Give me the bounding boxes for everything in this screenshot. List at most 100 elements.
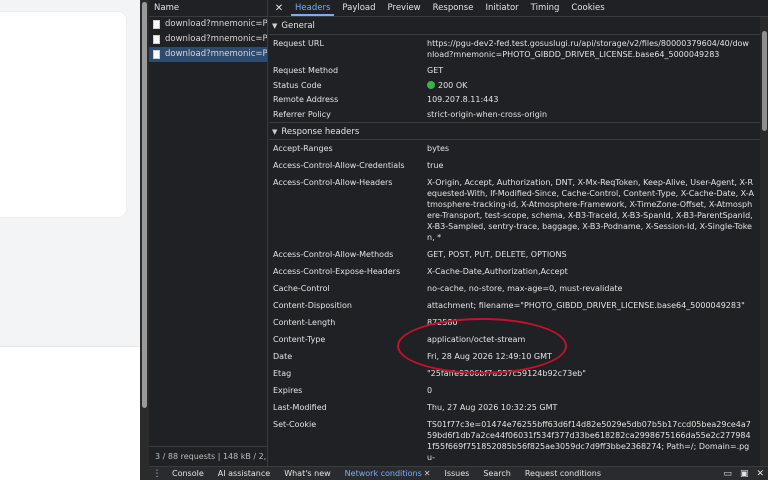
split-icon[interactable]: ▣ bbox=[740, 467, 749, 480]
header-key: Cache-Control bbox=[273, 283, 330, 293]
header-value[interactable]: Thu, 27 Aug 2026 10:32:25 GMT bbox=[427, 399, 768, 416]
header-value[interactable]: GET, POST, PUT, DELETE, OPTIONS bbox=[427, 246, 768, 263]
header-key: Access-Control-Expose-Headers bbox=[273, 266, 401, 276]
file-icon bbox=[153, 35, 160, 44]
page-scroll-thumb[interactable] bbox=[142, 2, 147, 408]
requests-list: Name download?mnemonic=PHOTO_GIBDD_DRIVE… bbox=[149, 0, 268, 466]
status-code-text: 200 OK bbox=[438, 80, 468, 90]
status-ok-icon bbox=[427, 80, 435, 89]
header-value[interactable]: bytes bbox=[427, 140, 768, 157]
triangle-down-icon: ▼ bbox=[272, 127, 278, 136]
web-page-area bbox=[0, 0, 140, 480]
page-scrollbar[interactable] bbox=[140, 0, 149, 480]
header-key: Content-Disposition bbox=[273, 300, 352, 310]
header-row: Remote Address 109.207.8.11:443 bbox=[269, 91, 768, 106]
header-value[interactable]: X-Cache-Date,Authorization,Accept bbox=[427, 263, 768, 280]
request-row[interactable]: download?mnemonic=PHOTO_GIBDD_DRIVER_LIC… bbox=[149, 32, 267, 47]
request-row[interactable]: download?mnemonic=PHOTO_GIBDD_DRIVER_LIC… bbox=[149, 17, 267, 32]
tab-preview[interactable]: Preview bbox=[382, 0, 427, 16]
header-row: Content-Type application/octet-stream bbox=[269, 331, 768, 348]
header-value[interactable]: X-Origin, Accept, Authorization, DNT, X-… bbox=[427, 174, 768, 246]
header-key: Request URL bbox=[273, 39, 324, 48]
close-icon[interactable]: ✕ bbox=[756, 467, 764, 480]
header-row: Access-Control-Allow-Credentials true bbox=[269, 157, 768, 174]
close-icon[interactable]: ✕ bbox=[269, 0, 289, 16]
header-row: Cache-Control no-cache, no-store, max-ag… bbox=[269, 280, 768, 297]
page-card bbox=[0, 12, 126, 217]
header-value[interactable]: true bbox=[427, 157, 768, 174]
header-value[interactable]: 200 OK bbox=[427, 77, 768, 92]
triangle-down-icon: ▼ bbox=[272, 22, 278, 30]
header-key: Status Code bbox=[273, 80, 322, 90]
request-row-selected[interactable]: download?mnemonic=PHOTO_GIBDD_DRIVER_LIC… bbox=[149, 47, 267, 62]
request-name: download?mnemonic=PHOTO_GIBDD_DRIVER_LIC… bbox=[165, 19, 267, 29]
drawer-tab-label: Network conditions bbox=[344, 468, 422, 478]
header-value[interactable]: strict-origin-when-cross-origin bbox=[427, 106, 768, 122]
section-label: General bbox=[281, 21, 315, 31]
drawer-tab-search[interactable]: Search bbox=[476, 467, 517, 480]
details-tabs: ✕ Headers Payload Preview Response Initi… bbox=[269, 0, 768, 17]
file-icon bbox=[153, 20, 160, 29]
header-key: Access-Control-Allow-Headers bbox=[273, 177, 393, 187]
header-value[interactable]: 0 bbox=[427, 382, 768, 399]
header-value[interactable]: GET bbox=[427, 62, 768, 77]
header-row: Last-Modified Thu, 27 Aug 2026 10:32:25 … bbox=[269, 399, 768, 416]
header-value[interactable]: https://pgu-dev2-fed.test.gosuslugi.ru/a… bbox=[427, 35, 768, 62]
header-key: Set-Cookie bbox=[273, 419, 317, 429]
request-name: download?mnemonic=PHOTO_GIBDD_DRIVER_LIC… bbox=[165, 49, 267, 59]
header-row: Access-Control-Allow-Methods GET, POST, … bbox=[269, 246, 768, 263]
drawer-tab-request-conditions[interactable]: Request conditions bbox=[518, 467, 608, 480]
drawer-tab-issues[interactable]: Issues bbox=[437, 467, 476, 480]
tab-cookies[interactable]: Cookies bbox=[565, 0, 610, 16]
header-value[interactable]: 872580 bbox=[427, 314, 768, 331]
header-value[interactable]: no-cache, no-store, max-age=0, must-reva… bbox=[427, 280, 768, 297]
request-details: ✕ Headers Payload Preview Response Initi… bbox=[269, 0, 768, 466]
header-row: Date Fri, 28 Aug 2026 12:49:10 GMT bbox=[269, 348, 768, 365]
header-value[interactable]: attachment; filename="PHOTO_GIBDD_DRIVER… bbox=[427, 297, 768, 314]
page-footer-area bbox=[0, 346, 140, 480]
header-row: Access-Control-Expose-Headers X-Cache-Da… bbox=[269, 263, 768, 280]
header-row: Content-Length 872580 bbox=[269, 314, 768, 331]
header-row: Referrer Policy strict-origin-when-cross… bbox=[269, 106, 768, 122]
tab-response[interactable]: Response bbox=[427, 0, 480, 16]
header-value[interactable]: Fri, 28 Aug 2026 12:49:10 GMT bbox=[427, 348, 768, 365]
drawer-tabs: ⋮ Console AI assistance What's new Netwo… bbox=[149, 466, 768, 480]
drawer-tab-ai-assistance[interactable]: AI assistance bbox=[211, 467, 277, 480]
header-value[interactable]: 109.207.8.11:443 bbox=[427, 91, 768, 106]
header-row: Content-Disposition attachment; filename… bbox=[269, 297, 768, 314]
details-scrollbar[interactable] bbox=[760, 17, 768, 466]
requests-name-header[interactable]: Name bbox=[149, 0, 267, 17]
tab-headers[interactable]: Headers bbox=[289, 0, 336, 16]
header-value[interactable]: "25faffe9206bf7a557c59124b92c73eb" bbox=[427, 365, 768, 382]
more-vertical-icon[interactable]: ⋮ bbox=[149, 469, 165, 479]
header-row: Accept-Ranges bytes bbox=[269, 140, 768, 157]
tab-initiator[interactable]: Initiator bbox=[479, 0, 524, 16]
tab-timing[interactable]: Timing bbox=[525, 0, 566, 16]
devtools-panel: Name download?mnemonic=PHOTO_GIBDD_DRIVE… bbox=[149, 0, 768, 480]
header-row: Status Code 200 OK bbox=[269, 77, 768, 92]
header-value[interactable]: TS01f77c3e=01474e76255bff63d6f14d82e5029… bbox=[427, 416, 768, 462]
tab-payload[interactable]: Payload bbox=[336, 0, 381, 16]
drawer-tab-network-conditions[interactable]: Network conditions ✕ bbox=[338, 467, 438, 480]
request-name: download?mnemonic=PHOTO_GIBDD_DRIVER_LIC… bbox=[165, 34, 267, 44]
header-row: Expires 0 bbox=[269, 382, 768, 399]
file-icon bbox=[153, 50, 160, 59]
drawer-tab-console[interactable]: Console bbox=[165, 467, 211, 480]
header-key: Accept-Ranges bbox=[273, 143, 333, 153]
drawer-tab-whats-new[interactable]: What's new bbox=[277, 467, 337, 480]
header-row: Access-Control-Allow-Headers X-Origin, A… bbox=[269, 174, 768, 246]
response-headers-section-header[interactable]: ▼ Response headers bbox=[269, 121, 768, 140]
header-key: Last-Modified bbox=[273, 402, 327, 412]
drawer-actions: ▭ ▣ ✕ bbox=[717, 467, 764, 480]
header-key: Access-Control-Allow-Methods bbox=[273, 249, 394, 259]
dock-icon[interactable]: ▭ bbox=[723, 467, 732, 480]
header-row: Etag "25faffe9206bf7a557c59124b92c73eb" bbox=[269, 365, 768, 382]
header-value[interactable]: application/octet-stream bbox=[427, 331, 768, 348]
details-scroll-thumb[interactable] bbox=[762, 31, 767, 131]
header-key: Expires bbox=[273, 385, 303, 395]
header-row: Request Method GET bbox=[269, 62, 768, 77]
header-key: Date bbox=[273, 351, 293, 361]
section-label: Response headers bbox=[281, 126, 360, 137]
general-section-header[interactable]: ▼ General bbox=[269, 17, 768, 35]
close-icon[interactable]: ✕ bbox=[424, 469, 431, 478]
